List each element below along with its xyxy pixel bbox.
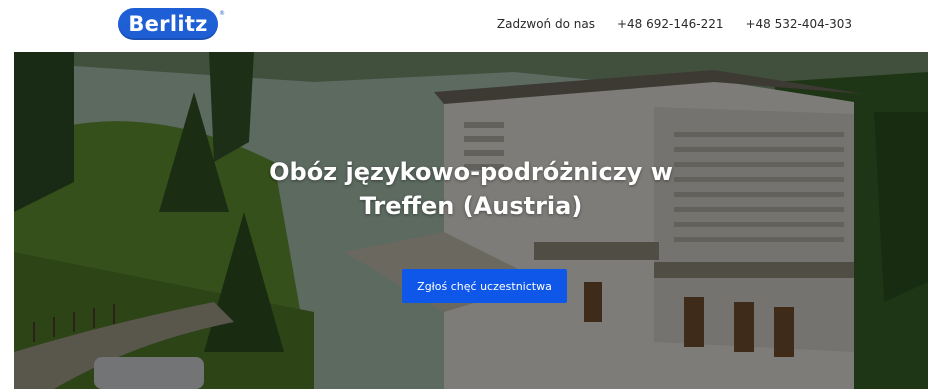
phone-link-1[interactable]: +48 692-146-221 (617, 17, 724, 31)
logo-text: Berlitz (128, 12, 208, 36)
contact-bar: Zadzwoń do nas +48 692-146-221 +48 532-4… (497, 17, 852, 31)
site-header: Berlitz ® Zadzwoń do nas +48 692-146-221… (0, 0, 928, 52)
registered-mark: ® (219, 10, 225, 17)
apply-button[interactable]: Zgłoś chęć uczestnictwa (402, 269, 567, 303)
hero-title: Obóz językowo-podróżniczy w Treffen (Aus… (269, 158, 673, 220)
contact-label: Zadzwoń do nas (496, 17, 595, 31)
phone-link-2[interactable]: +48 532-404-303 (745, 17, 852, 31)
berlitz-logo[interactable]: Berlitz (118, 8, 218, 40)
hero-section: Obóz językowo-podróżniczy w Treffen (Aus… (14, 52, 928, 389)
